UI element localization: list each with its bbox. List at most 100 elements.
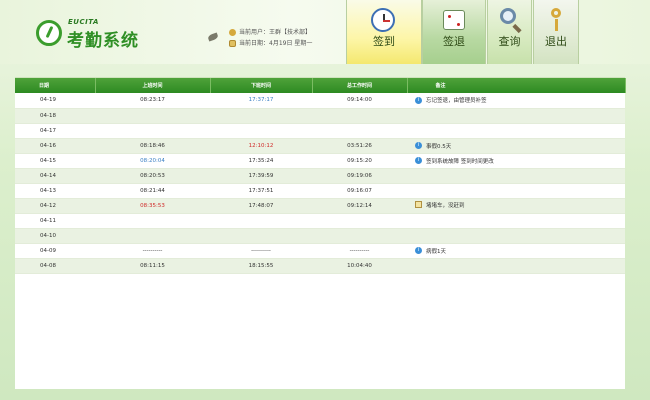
exit-label: 退出 <box>545 35 567 48</box>
user-icon <box>229 29 236 36</box>
table-row[interactable]: 04-08 08:11:15 18:15:55 10:04:40 <box>15 258 625 273</box>
cell-clock-out: 17:48:07 <box>248 202 274 209</box>
table-row[interactable]: 04-11 <box>15 213 625 228</box>
cell-clock-in: 08:20:53 <box>140 172 165 179</box>
cell-note <box>407 108 625 123</box>
info-icon[interactable]: i <box>415 142 422 149</box>
cell-clock-in: 08:11:15 <box>140 262 165 269</box>
cell-clock-in: 08:23:17 <box>140 97 165 104</box>
cell-total-time <box>312 108 407 123</box>
cell-total-time <box>312 213 407 228</box>
attendance-panel: 日期 上班时间 下班时间 总工作时间 备注 04-19 08:23:17 17:37… <box>15 77 626 389</box>
cell-date: 04-17 <box>40 127 56 134</box>
table-row[interactable]: 04-13 08:21:44 17:37:51 09:16:07 <box>15 183 625 198</box>
cell-total-time: 09:15:20 <box>347 157 372 164</box>
cell-clock-out: 17:39:59 <box>248 172 274 179</box>
cell-note: i 事假0.5天 <box>407 138 625 153</box>
query-label: 查询 <box>498 35 521 48</box>
checkout-button[interactable]: 签退 <box>422 0 486 64</box>
cell-total-time: 09:16:07 <box>347 187 372 194</box>
magnifier-icon <box>499 8 516 24</box>
note-text: 堵堵车，没赶到 <box>426 202 465 209</box>
checkin-button[interactable]: 签到 <box>346 0 422 64</box>
cell-clock-in <box>95 213 210 228</box>
note-text: 病假1天 <box>426 248 446 255</box>
cell-clock-in: 08:35:53 <box>140 202 165 209</box>
cell-total-time: ---------- <box>349 247 370 254</box>
header-clock-in: 上班时间 <box>95 78 211 93</box>
info-icon[interactable]: i <box>415 96 422 104</box>
table-row[interactable]: 04-12 08:35:53 17:48:07 09:12:14 堵堵车，没赶到 <box>15 198 625 213</box>
table-header-row: 日期 上班时间 下班时间 总工作时间 备注 <box>15 78 626 93</box>
cell-date: 04-19 <box>40 97 56 104</box>
logo-brand: EUCITA <box>68 18 99 26</box>
app-title: 考勤系统 <box>67 31 139 51</box>
cell-note: i 忘记签退，由管理员补签 <box>407 93 625 108</box>
cell-note: i 病假1天 <box>407 243 625 258</box>
cell-clock-in: 08:20:04 <box>140 157 165 164</box>
cell-date: 04-12 <box>40 202 56 209</box>
header-clock-out: 下班时间 <box>210 78 313 93</box>
attendance-table: 日期 上班时间 下班时间 总工作时间 备注 04-19 08:23:17 17:37… <box>15 78 626 274</box>
cell-clock-in <box>95 108 210 123</box>
table-row[interactable]: 04-16 08:18:46 12:10:12 03:51:26 i 事假0.5天 <box>15 138 625 153</box>
info-icon[interactable]: i <box>415 157 422 164</box>
table-row[interactable]: 04-18 <box>15 108 625 123</box>
card-icon <box>443 10 465 30</box>
cell-note <box>407 258 625 273</box>
cell-clock-out: ---------- <box>251 247 271 254</box>
cell-total-time: 10:04:40 <box>347 262 372 269</box>
clock-icon <box>371 8 395 32</box>
cell-clock-out: 12:10:12 <box>248 142 274 149</box>
cell-total-time <box>312 123 407 138</box>
cell-clock-out: 17:35:24 <box>248 157 274 164</box>
cell-clock-in: 08:21:44 <box>140 187 165 194</box>
current-user-text: 当前用户：王群【技术部】 <box>239 29 312 36</box>
note-text: 签到系统故障 签到时间更改 <box>426 158 494 165</box>
note-text: 事假0.5天 <box>426 143 452 150</box>
cell-note <box>407 213 625 228</box>
logo-icon <box>36 20 62 46</box>
leaf-icon <box>207 32 219 42</box>
checkout-label: 签退 <box>443 35 465 48</box>
cell-clock-out <box>210 123 312 138</box>
cell-total-time: 09:14:00 <box>347 97 372 104</box>
cell-date: 04-11 <box>40 217 56 224</box>
cell-date: 04-16 <box>40 142 56 149</box>
cell-date: 04-09 <box>40 247 56 254</box>
cell-total-time: 09:19:06 <box>347 172 372 179</box>
header-note: 备注 <box>407 78 626 93</box>
app-logo: EUCITA 考勤系统 <box>36 16 156 51</box>
exit-button[interactable]: 退出 <box>533 0 579 64</box>
table-row[interactable]: 04-09 ---------- ---------- ---------- i 病假1天 <box>15 243 625 258</box>
query-button[interactable]: 查询 <box>487 0 532 64</box>
table-row[interactable]: 04-14 08:20:53 17:39:59 09:19:06 <box>15 168 625 183</box>
header-total-time: 总工作时间 <box>312 78 408 93</box>
cell-note: 堵堵车，没赶到 <box>407 198 625 213</box>
cell-clock-out: 17:37:17 <box>248 97 274 104</box>
table-row[interactable]: 04-15 08:20:04 17:35:24 09:15:20 i 签到系统故障 签到时… <box>15 153 625 168</box>
cell-clock-in <box>95 228 210 243</box>
table-row[interactable]: 04-10 <box>15 228 625 243</box>
cell-note <box>407 168 625 183</box>
cell-date: 04-08 <box>40 262 56 269</box>
info-icon[interactable]: i <box>415 247 422 254</box>
cell-date: 04-18 <box>40 112 56 119</box>
cell-clock-out <box>210 228 312 243</box>
key-icon <box>551 8 561 31</box>
cell-clock-in <box>95 123 210 138</box>
cell-total-time: 09:12:14 <box>347 202 372 209</box>
calendar-icon <box>229 40 236 47</box>
table-row[interactable]: 04-19 08:23:17 17:37:17 09:14:00 i 忘记签退，由管理员补… <box>15 93 625 108</box>
edit-icon[interactable] <box>415 201 422 209</box>
cell-clock-out: 18:15:55 <box>248 262 274 269</box>
note-text: 忘记签退，由管理员补签 <box>426 98 487 105</box>
cell-note <box>407 228 625 243</box>
cell-clock-in: ---------- <box>142 247 163 254</box>
cell-clock-in: 08:18:46 <box>140 142 165 149</box>
table-row[interactable]: 04-17 <box>15 123 625 138</box>
cell-total-time: 03:51:26 <box>347 142 372 149</box>
cell-clock-out: 17:37:51 <box>248 187 274 194</box>
current-date-text: 当前日期：4月19日 星期一 <box>239 40 313 47</box>
cell-note <box>407 123 625 138</box>
